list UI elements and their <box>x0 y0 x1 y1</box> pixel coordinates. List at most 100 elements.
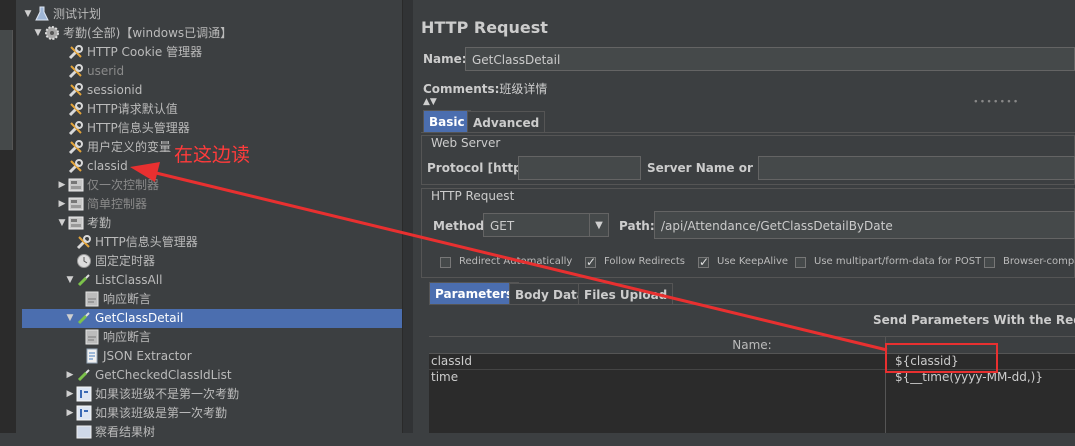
tree-item-8[interactable]: classid <box>56 157 128 176</box>
checkbox-2[interactable]: ✓ <box>698 255 710 269</box>
wrench-icon <box>68 158 84 174</box>
method-value: GET <box>490 219 515 233</box>
expand-arrow-icon[interactable]: ▼ <box>32 24 44 43</box>
name-input[interactable]: GetClassDetail <box>465 47 1075 71</box>
chevron-down-icon[interactable]: ▼ <box>589 214 608 236</box>
checkbox-label-4: Browser-compa <box>1003 256 1075 267</box>
tree-item-15[interactable]: 响应断言 <box>72 290 151 309</box>
protocol-input[interactable] <box>518 156 641 180</box>
expand-arrow-icon[interactable]: ▼ <box>22 5 34 24</box>
collapse-arrow-icon[interactable]: ▶ <box>56 176 68 195</box>
tree-item-17[interactable]: 响应断言 <box>72 328 151 347</box>
tree-item-14[interactable]: ▼ ListClassAll <box>64 271 163 290</box>
web-server-title: Web Server <box>431 136 501 150</box>
tree-item-label: 用户定义的变量 <box>87 140 172 154</box>
tree-item-12[interactable]: HTTP信息头管理器 <box>64 233 198 252</box>
tree-item-label: JSON Extractor <box>103 349 192 363</box>
tree-item-5[interactable]: HTTP请求默认值 <box>56 100 178 119</box>
tree-item-0[interactable]: ▼ 测试计划 <box>22 5 101 24</box>
tree-item-4[interactable]: sessionid <box>56 81 142 100</box>
if-controller-icon <box>76 386 92 402</box>
tree-item-21[interactable]: ▶ 如果该班级是第一次考勤 <box>64 404 227 423</box>
checkbox-1[interactable]: ✓ <box>585 256 596 268</box>
param-name-0[interactable]: classId <box>431 353 472 369</box>
tab-basic[interactable]: Basic <box>423 110 471 132</box>
collapse-arrow-icon[interactable]: ▶ <box>64 404 76 423</box>
method-select[interactable]: GET ▼ <box>483 213 609 237</box>
checkbox-label-1: Follow Redirects <box>604 256 685 267</box>
wrench-icon <box>68 101 84 117</box>
checkbox-4[interactable] <box>984 257 995 268</box>
expand-arrow-icon[interactable]: ▼ <box>64 309 76 328</box>
collapse-arrows-icon[interactable]: ▲▼ <box>423 97 437 107</box>
assertion-icon <box>84 291 100 307</box>
path-input[interactable]: /api/Attendance/GetClassDetailByDate <box>654 211 1075 239</box>
side-toolbar <box>0 30 13 150</box>
wrench-icon <box>68 139 84 155</box>
tree-item-label: 固定定时器 <box>95 254 156 268</box>
tree-item-label: 仅一次控制器 <box>87 178 160 192</box>
document-icon <box>84 348 100 364</box>
checkbox-label-0: Redirect Automatically <box>459 256 573 267</box>
tab-files-upload[interactable]: Files Upload <box>578 283 674 305</box>
tree-item-16[interactable]: ▼ GetClassDetail <box>22 309 440 328</box>
wrench-icon <box>68 120 84 136</box>
pipette-icon <box>76 272 92 288</box>
checkbox-label-3: Use multipart/form-data for POST <box>814 256 982 267</box>
expand-arrow-icon[interactable]: ▼ <box>56 214 68 233</box>
if-controller-icon <box>76 405 92 421</box>
name-label: Name: <box>423 52 467 66</box>
tree-item-10[interactable]: ▶ 简单控制器 <box>56 195 147 214</box>
tab-parameters[interactable]: Parameters <box>429 282 520 304</box>
controller-icon <box>68 177 84 193</box>
tab-divider <box>421 132 1075 133</box>
tree-item-20[interactable]: ▶ 如果该班级不是第一次考勤 <box>64 385 239 404</box>
tree-item-label: HTTP请求默认值 <box>87 102 178 116</box>
tree-item-9[interactable]: ▶ 仅一次控制器 <box>56 176 159 195</box>
left-edge-strip <box>0 0 16 433</box>
collapse-arrow-icon[interactable]: ▶ <box>64 385 76 404</box>
tree-item-label: 考勤 <box>87 216 112 230</box>
tab-advanced[interactable]: Advanced <box>467 111 546 133</box>
highlight-box <box>885 343 998 373</box>
wrench-icon <box>76 234 92 250</box>
pipette-icon <box>76 367 92 383</box>
http-request-section-title: HTTP Request <box>431 189 515 203</box>
checkbox-label-2: Use KeepAlive <box>717 256 789 267</box>
tree-item-label: 简单控制器 <box>87 197 148 211</box>
server-input[interactable] <box>758 156 1075 180</box>
tree-item-label: userid <box>87 64 125 78</box>
path-label: Path: <box>619 219 655 233</box>
annotation-text: 在这边读 <box>174 144 251 166</box>
tree-item-label: HTTP信息头管理器 <box>87 121 190 135</box>
comments-label: Comments:班级详情 <box>423 82 548 96</box>
grip-dots-icon[interactable]: ∙∙∙∙∙∙∙ <box>973 97 1019 107</box>
subtab-divider <box>429 304 1075 305</box>
controller-icon <box>68 215 84 231</box>
tree-item-label: HTTP Cookie 管理器 <box>87 45 203 59</box>
checkbox-0[interactable] <box>440 257 451 268</box>
comments-value[interactable]: 班级详情 <box>499 82 547 96</box>
wrench-icon <box>68 63 84 79</box>
gear-icon <box>44 25 60 41</box>
tree-item-1[interactable]: ▼ 考勤(全部)【windows已调通】 <box>32 24 232 43</box>
tree-item-11[interactable]: ▼ 考勤 <box>56 214 111 233</box>
tree-item-label: 响应断言 <box>103 330 152 344</box>
collapse-arrow-icon[interactable]: ▶ <box>56 195 68 214</box>
tree-item-19[interactable]: ▶ GetCheckedClassIdList <box>64 366 232 385</box>
param-name-1[interactable]: time <box>431 369 458 385</box>
method-label: Method: <box>433 219 489 233</box>
tree-item-18[interactable]: JSON Extractor <box>72 347 192 366</box>
expand-arrow-icon[interactable]: ▼ <box>64 271 76 290</box>
tree-item-2[interactable]: HTTP Cookie 管理器 <box>56 43 202 62</box>
tree-item-7[interactable]: 用户定义的变量 <box>56 138 171 157</box>
collapse-arrow-icon[interactable]: ▶ <box>64 366 76 385</box>
checkbox-3[interactable] <box>795 257 806 268</box>
panel-title: HTTP Request <box>421 18 548 37</box>
checkmark-icon: ✓ <box>699 255 710 269</box>
controller-icon <box>68 196 84 212</box>
tree-item-3[interactable]: userid <box>56 62 124 81</box>
tree-item-6[interactable]: HTTP信息头管理器 <box>56 119 190 138</box>
protocol-label: Protocol [http]: <box>427 161 532 175</box>
tree-item-13[interactable]: 固定定时器 <box>64 252 155 271</box>
